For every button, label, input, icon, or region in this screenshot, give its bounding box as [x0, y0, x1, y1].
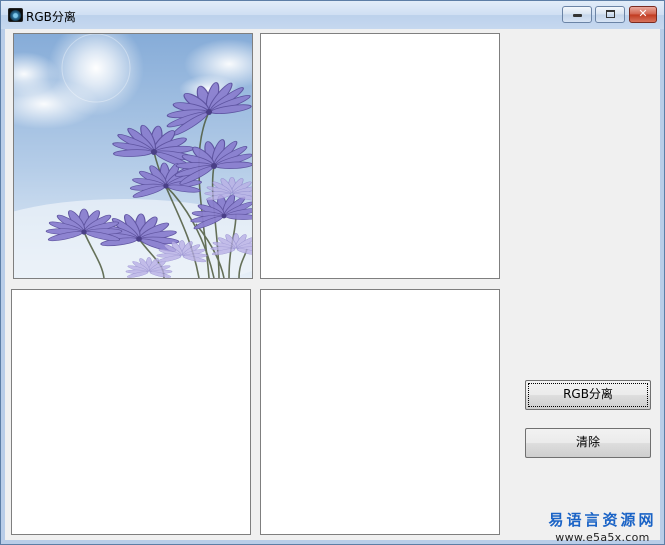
- clear-button[interactable]: 清除: [525, 428, 651, 458]
- watermark-url: www.e5a5x.com: [555, 531, 650, 544]
- output-picture-box-2: [11, 289, 251, 535]
- window-title: RGB分离: [26, 10, 76, 24]
- watermark-site-name: 易语言资源网: [548, 511, 657, 529]
- output-picture-box-1: [260, 33, 500, 279]
- maximize-icon: [605, 10, 615, 18]
- minimize-button[interactable]: [562, 6, 592, 23]
- close-button[interactable]: ✕: [629, 6, 657, 23]
- rgb-split-button[interactable]: RGB分离: [525, 380, 651, 410]
- maximize-button[interactable]: [595, 6, 625, 23]
- minimize-icon: [572, 14, 582, 17]
- source-picture-box: [13, 33, 253, 279]
- client-area: RGB分离 清除 易语言资源网 www.e5a5x.com: [5, 29, 660, 544]
- site-watermark: 易语言资源网 www.e5a5x.com: [545, 509, 660, 544]
- app-icon: [8, 8, 23, 22]
- title-bar[interactable]: RGB分离 ✕: [1, 1, 664, 29]
- close-icon: ✕: [638, 7, 648, 20]
- flower-image: [14, 34, 252, 278]
- app-window: RGB分离 ✕ RGB分离 清除 易语言资源网 www.e5a5x.com: [0, 0, 665, 545]
- output-picture-box-3: [260, 289, 500, 535]
